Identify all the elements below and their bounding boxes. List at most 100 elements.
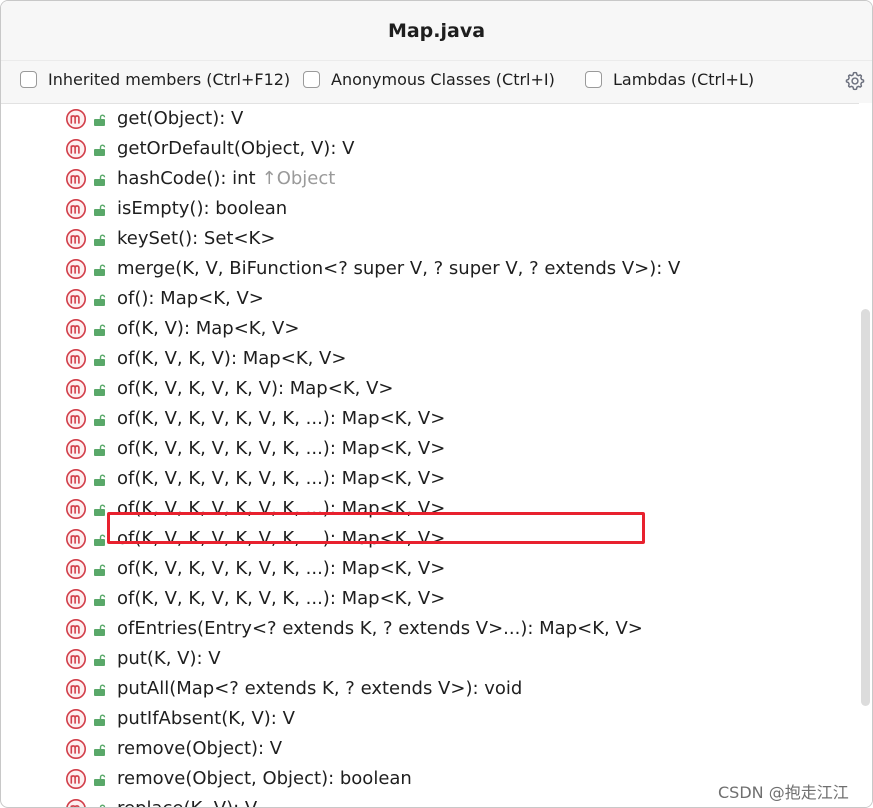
method-m-icon	[66, 169, 86, 189]
method-m-icon	[66, 739, 86, 759]
method-m-icon	[66, 379, 86, 399]
title-bar: Map.java	[1, 1, 872, 60]
inherited-members-checkbox[interactable]	[20, 71, 37, 88]
public-lock-icon	[94, 354, 106, 366]
method-m-icon	[66, 199, 86, 219]
public-lock-icon	[94, 444, 106, 456]
member-signature: putIfAbsent(K, V): V	[117, 708, 295, 729]
method-m-icon	[66, 619, 86, 639]
member-row[interactable]: get(Object): V	[1, 104, 859, 134]
member-signature: of(K, V, K, V, K, V, K, ...): Map<K, V>	[117, 408, 446, 429]
public-lock-icon	[94, 534, 106, 546]
member-row[interactable]: merge(K, V, BiFunction<? super V, ? supe…	[1, 254, 859, 284]
member-row[interactable]: of(K, V, K, V, K, V, K, ...): Map<K, V>	[1, 584, 859, 614]
lambdas-option[interactable]: Lambdas (Ctrl+L)	[585, 70, 754, 89]
member-row[interactable]: hashCode(): int ↑Object	[1, 164, 859, 194]
public-lock-icon	[94, 504, 106, 516]
member-signature: ofEntries(Entry<? extends K, ? extends V…	[117, 618, 643, 639]
member-signature: of(K, V, K, V): Map<K, V>	[117, 348, 347, 369]
method-m-icon	[66, 409, 86, 429]
member-signature: of(K, V, K, V, K, V, K, ...): Map<K, V>	[117, 528, 446, 549]
public-lock-icon	[94, 624, 106, 636]
member-row[interactable]: of(K, V, K, V, K, V, K, ...): Map<K, V>	[1, 464, 859, 494]
public-lock-icon	[94, 324, 106, 336]
method-m-icon	[66, 589, 86, 609]
member-row[interactable]: of(K, V, K, V, K, V, K, ...): Map<K, V>	[1, 434, 859, 464]
member-signature: of(K, V, K, V, K, V, K, ...): Map<K, V>	[117, 468, 446, 489]
method-m-icon	[66, 259, 86, 279]
member-list: get(Object): V getOrDefault(Object, V): V…	[1, 103, 859, 807]
method-m-icon	[66, 109, 86, 129]
public-lock-icon	[94, 474, 106, 486]
member-row[interactable]: of(K, V, K, V, K, V, K, ...): Map<K, V>	[1, 554, 859, 584]
public-lock-icon	[94, 384, 106, 396]
public-lock-icon	[94, 684, 106, 696]
method-m-icon	[66, 499, 86, 519]
member-row[interactable]: isEmpty(): boolean	[1, 194, 859, 224]
member-signature: putAll(Map<? extends K, ? extends V>): v…	[117, 678, 523, 699]
public-lock-icon	[94, 654, 106, 666]
member-row[interactable]: of(K, V, K, V, K, V, K, ...): Map<K, V>	[1, 494, 859, 524]
inherited-members-label: Inherited members (Ctrl+F12)	[48, 70, 291, 89]
member-signature-wrap: hashCode(): int ↑Object	[117, 168, 335, 190]
method-m-icon	[66, 469, 86, 489]
member-row[interactable]: putIfAbsent(K, V): V	[1, 704, 859, 734]
member-row[interactable]: getOrDefault(Object, V): V	[1, 134, 859, 164]
public-lock-icon	[94, 714, 106, 726]
public-lock-icon	[94, 774, 106, 786]
public-lock-icon	[99, 804, 106, 807]
watermark: CSDN @抱走江江	[718, 783, 849, 802]
member-signature: replace(K, V): V	[117, 798, 257, 807]
method-m-icon	[66, 559, 86, 579]
scrollbar-thumb[interactable]	[861, 309, 870, 706]
member-signature: put(K, V): V	[117, 648, 221, 669]
method-m-icon	[66, 529, 86, 549]
method-m-icon	[66, 349, 86, 369]
method-m-icon	[66, 799, 86, 807]
member-row[interactable]: keySet(): Set<K>	[1, 224, 859, 254]
member-signature: hashCode(): int	[117, 168, 256, 189]
member-row[interactable]: of(K, V, K, V, K, V): Map<K, V>	[1, 374, 859, 404]
inherited-members-option[interactable]: Inherited members (Ctrl+F12)	[20, 70, 290, 89]
member-signature: merge(K, V, BiFunction<? super V, ? supe…	[117, 258, 681, 279]
anonymous-classes-label: Anonymous Classes (Ctrl+I)	[331, 70, 555, 89]
member-signature: remove(Object): V	[117, 738, 283, 759]
member-signature: get(Object): V	[117, 108, 244, 129]
public-lock-icon	[94, 594, 106, 606]
member-row[interactable]: put(K, V): V	[1, 644, 859, 674]
member-signature: of(K, V, K, V, K, V, K, ...): Map<K, V>	[117, 498, 446, 519]
member-row[interactable]: putAll(Map<? extends K, ? extends V>): v…	[1, 674, 859, 704]
member-signature: keySet(): Set<K>	[117, 228, 276, 249]
member-row[interactable]: of(K, V, K, V, K, V, K, ...): Map<K, V>	[1, 404, 859, 434]
anonymous-classes-option[interactable]: Anonymous Classes (Ctrl+I)	[303, 70, 555, 89]
vertical-scrollbar[interactable]	[859, 103, 872, 807]
public-lock-icon	[94, 114, 106, 126]
method-m-icon	[66, 649, 86, 669]
gear-icon[interactable]	[844, 70, 866, 92]
member-row[interactable]: of(K, V, K, V, K, V, K, ...): Map<K, V>	[1, 524, 859, 554]
method-m-icon	[66, 289, 86, 309]
method-m-icon	[66, 439, 86, 459]
public-lock-icon	[94, 144, 106, 156]
public-lock-icon	[94, 294, 106, 306]
method-m-icon	[66, 229, 86, 249]
inherited-from-label: ↑Object	[261, 168, 336, 189]
anonymous-classes-checkbox[interactable]	[303, 71, 320, 88]
member-signature: of(): Map<K, V>	[117, 288, 264, 309]
member-row[interactable]: of(): Map<K, V>	[1, 284, 859, 314]
member-signature: of(K, V): Map<K, V>	[117, 318, 300, 339]
member-row[interactable]: remove(Object): V	[1, 734, 859, 764]
method-m-icon	[66, 139, 86, 159]
member-signature: getOrDefault(Object, V): V	[117, 138, 355, 159]
member-signature: of(K, V, K, V, K, V, K, ...): Map<K, V>	[117, 558, 446, 579]
member-row[interactable]: of(K, V): Map<K, V>	[1, 314, 859, 344]
member-row-highlighted[interactable]: ofEntries(Entry<? extends K, ? extends V…	[1, 614, 859, 644]
method-m-icon	[66, 319, 86, 339]
lambdas-label: Lambdas (Ctrl+L)	[613, 70, 755, 89]
public-lock-icon	[94, 234, 106, 246]
structure-popup-window: Map.java Inherited members (Ctrl+F12) An…	[0, 0, 873, 808]
member-signature: of(K, V, K, V, K, V, K, ...): Map<K, V>	[117, 588, 446, 609]
public-lock-icon	[94, 564, 106, 576]
lambdas-checkbox[interactable]	[585, 71, 602, 88]
member-row[interactable]: of(K, V, K, V): Map<K, V>	[1, 344, 859, 374]
